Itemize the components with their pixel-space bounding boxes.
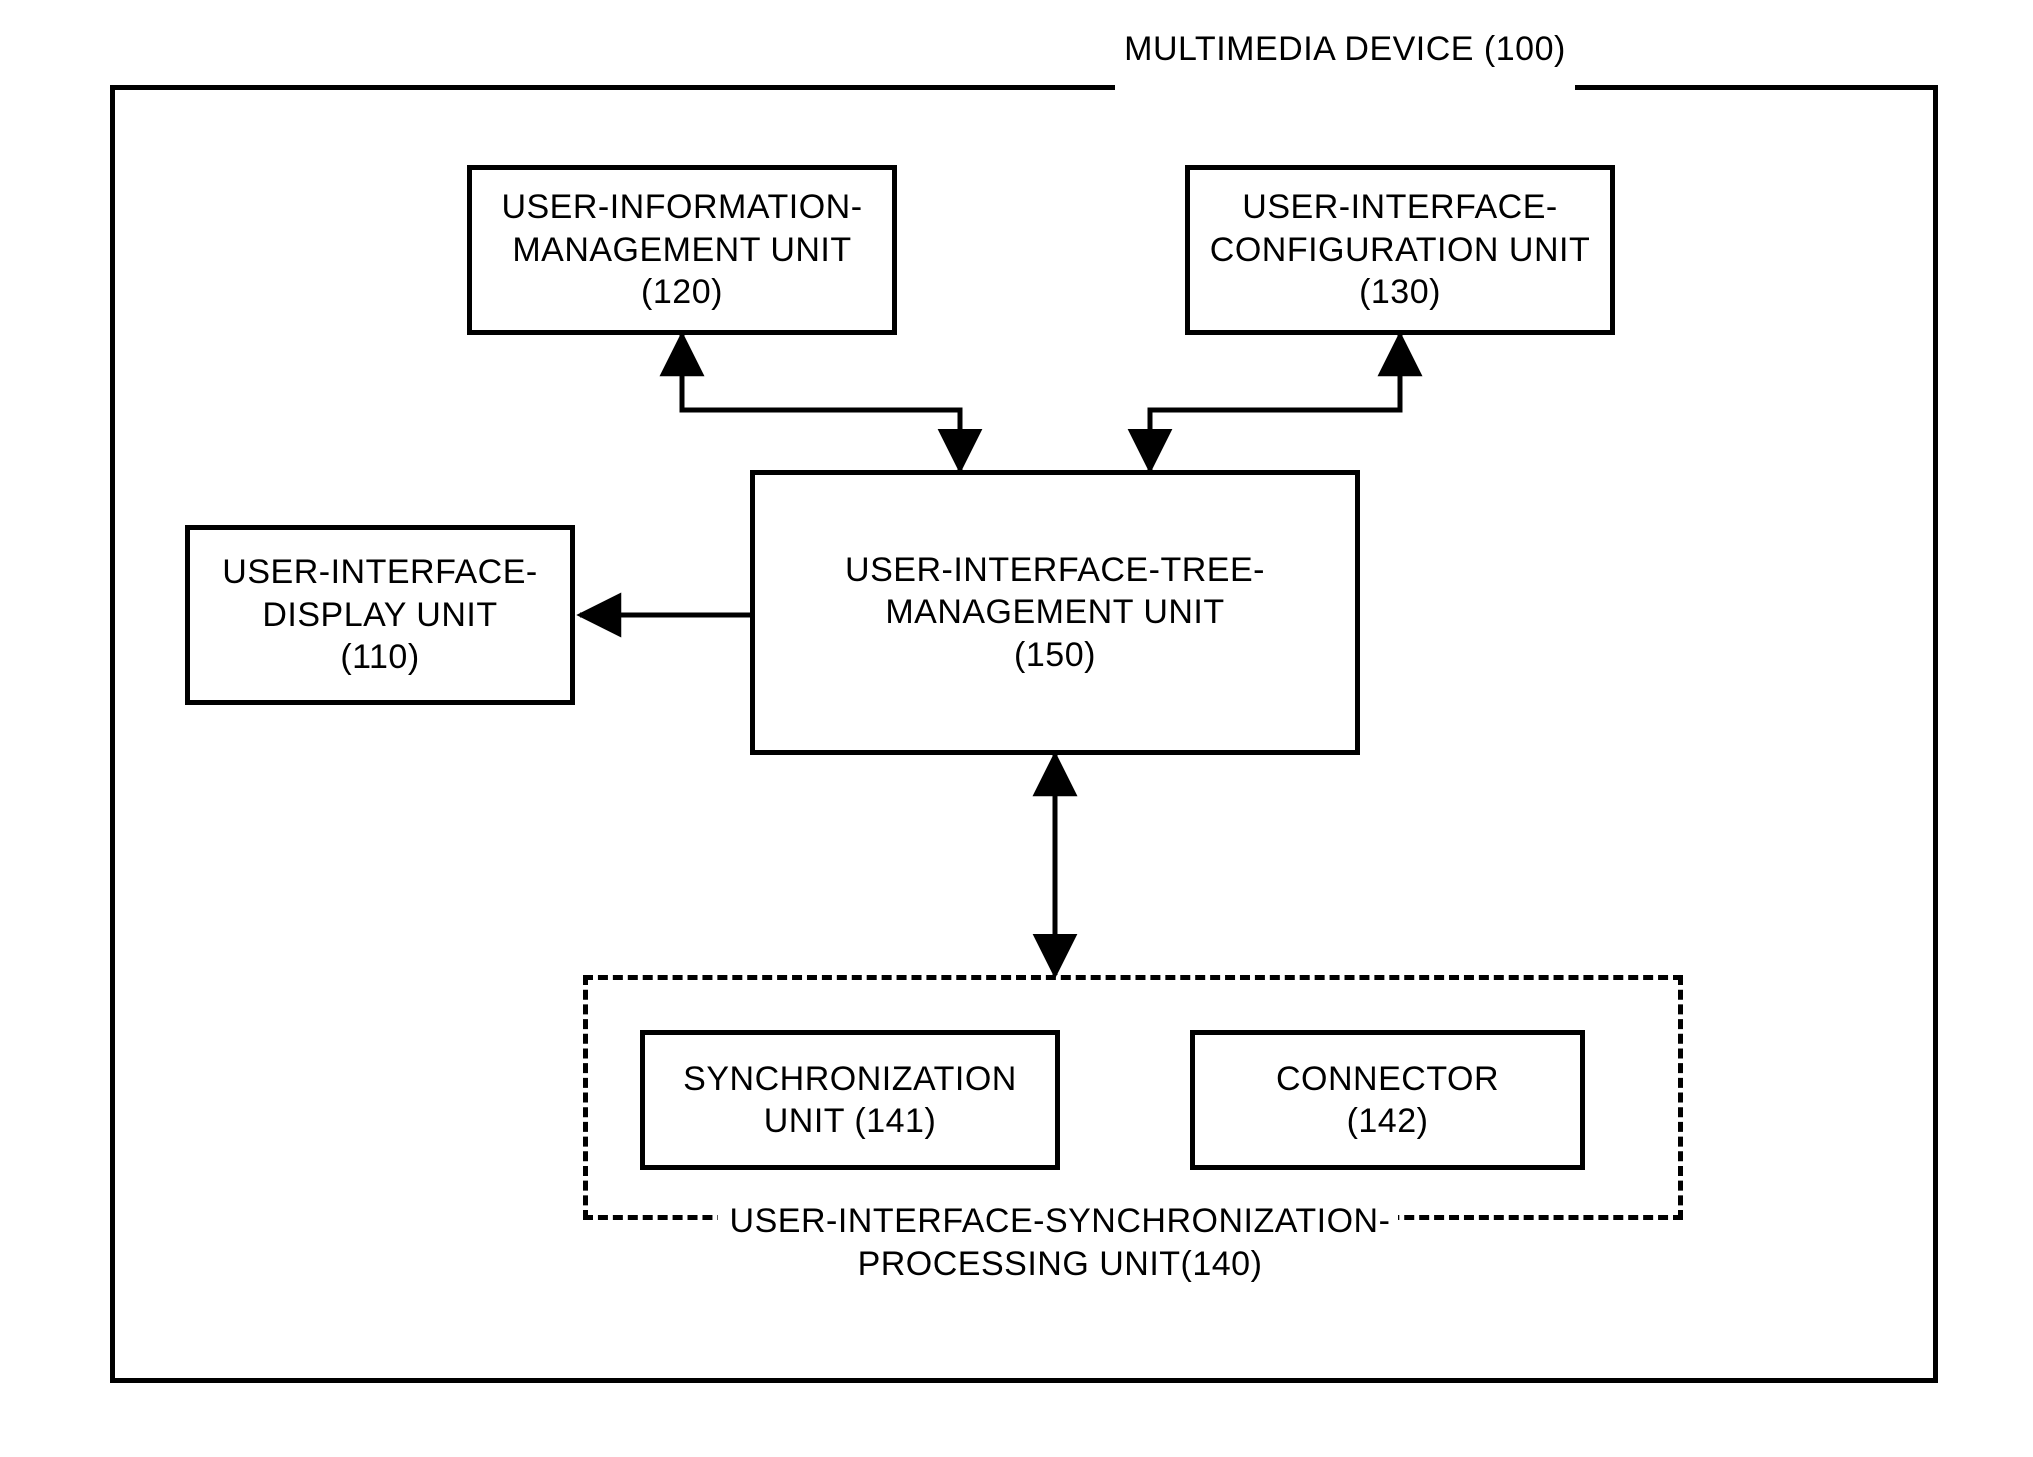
ui-config-block: USER-INTERFACE- CONFIGURATION UNIT (130) [1185,165,1615,335]
sync-group-label: USER-INTERFACE-SYNCHRONIZATION- PROCESSI… [700,1200,1420,1285]
sync-unit-block: SYNCHRONIZATION UNIT (141) [640,1030,1060,1170]
device-title: MULTIMEDIA DEVICE (100) [1115,28,1575,71]
ui-display-block: USER-INTERFACE- DISPLAY UNIT (110) [185,525,575,705]
connector-block: CONNECTOR (142) [1190,1030,1585,1170]
ui-tree-mgmt-block: USER-INTERFACE-TREE- MANAGEMENT UNIT (15… [750,470,1360,755]
user-info-mgmt-block: USER-INFORMATION- MANAGEMENT UNIT (120) [467,165,897,335]
diagram-canvas: MULTIMEDIA DEVICE (100) USER-INFORMATION… [0,0,2033,1457]
device-title-mask [1115,80,1575,95]
